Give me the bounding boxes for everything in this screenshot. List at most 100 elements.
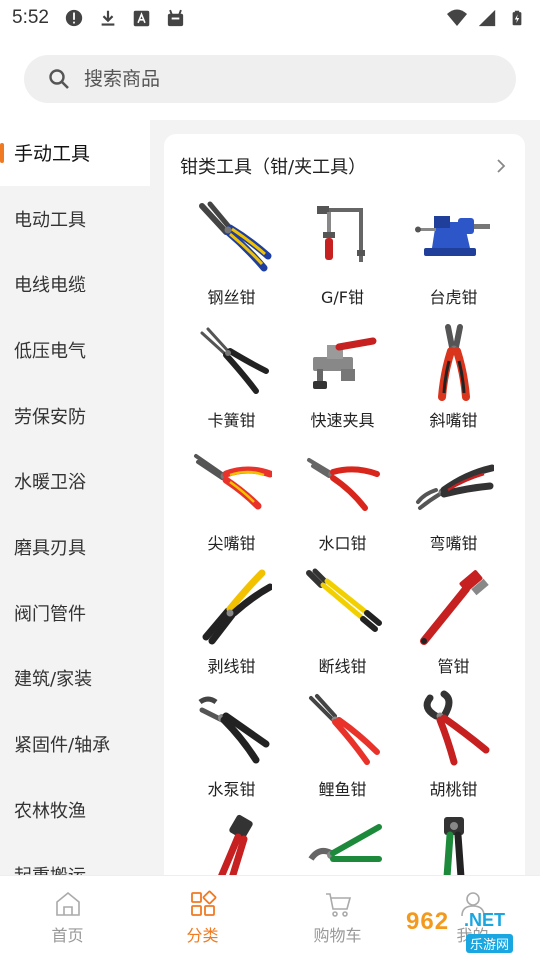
- sidebar-item-power-tools[interactable]: 电动工具: [0, 186, 150, 252]
- sidebar-item-label: 起重搬运: [14, 862, 86, 875]
- battery-icon: [506, 7, 528, 29]
- search-bar[interactable]: [24, 55, 516, 103]
- product-label: 剥线钳: [207, 657, 256, 676]
- sidebar-item-label: 建筑/家装: [14, 669, 93, 691]
- product-item[interactable]: 快速夹具: [287, 321, 398, 434]
- download-icon: [97, 7, 119, 29]
- product-item[interactable]: 水口钳: [287, 444, 398, 557]
- wire-stripper-icon: [202, 569, 272, 645]
- water-pump-pliers-icon: [198, 696, 269, 764]
- product-item[interactable]: 台虎钳: [398, 198, 509, 311]
- product-item[interactable]: G/F钳: [287, 198, 398, 311]
- product-label: 水口钳: [318, 534, 367, 553]
- home-icon: [55, 891, 80, 916]
- product-item[interactable]: 弯嘴钳: [398, 444, 509, 557]
- active-indicator: [0, 143, 4, 163]
- sidebar-item-agriculture[interactable]: 农林牧渔: [0, 777, 150, 843]
- sidebar-item-label: 阀门管件: [14, 603, 86, 625]
- nav-label: 首页: [51, 926, 84, 945]
- nav-cart[interactable]: 购物车: [270, 876, 405, 960]
- sidebar-item-abrasives[interactable]: 磨具刃具: [0, 514, 150, 580]
- product-label: 水泵钳: [207, 780, 256, 799]
- chevron-right-icon: [497, 159, 506, 173]
- sidebar-item-label: 水暖卫浴: [14, 472, 86, 494]
- product-label: G/F钳: [321, 288, 364, 307]
- sidebar-item-label: 紧固件/轴承: [14, 735, 111, 757]
- alert-icon: [63, 7, 85, 29]
- flush-cutter-icon: [306, 458, 380, 511]
- product-grid: 钢丝钳 G/F钳 台虎钳 卡簧钳 快速夹具 斜嘴钳 尖嘴钳 水口钳 弯嘴钳 剥线…: [164, 198, 525, 894]
- watermark-number: 962: [406, 908, 450, 935]
- sidebar-item-label: 劳保安防: [14, 406, 86, 428]
- sidebar-item-safety[interactable]: 劳保安防: [0, 383, 150, 449]
- watermark-domain: .NET: [464, 910, 506, 930]
- sidebar-item-valves[interactable]: 阀门管件: [0, 580, 150, 646]
- combination-pliers-icon: [198, 201, 271, 272]
- product-item[interactable]: 斜嘴钳: [398, 321, 509, 434]
- bolt-cutter-icon: [305, 568, 382, 632]
- nav-category[interactable]: 分类: [135, 876, 270, 960]
- product-label: 弯嘴钳: [429, 534, 478, 553]
- sidebar-item-lifting[interactable]: 起重搬运: [0, 843, 150, 875]
- product-label: 尖嘴钳: [207, 534, 256, 553]
- search-icon: [49, 69, 69, 89]
- pipe-wrench-icon: [419, 570, 489, 645]
- product-label: 钢丝钳: [207, 288, 256, 307]
- product-item[interactable]: 卡簧钳: [176, 321, 287, 434]
- f-clamp-icon: [316, 206, 365, 262]
- watermark-site: 乐游网: [466, 934, 514, 953]
- product-label: 台虎钳: [429, 288, 478, 307]
- product-item[interactable]: 胡桃钳: [398, 690, 509, 803]
- nav-label: 购物车: [313, 926, 362, 945]
- product-label: 卡簧钳: [207, 411, 256, 430]
- toggle-clamp-icon: [312, 337, 376, 389]
- sidebar-item-label: 电动工具: [14, 209, 86, 231]
- product-item[interactable]: 水泵钳: [176, 690, 287, 803]
- subcategory-title: 钳类工具（钳/夹工具）: [180, 157, 367, 178]
- signal-icon: [476, 7, 498, 29]
- wifi-icon: [446, 7, 468, 29]
- product-label: 斜嘴钳: [429, 411, 478, 430]
- sidebar-item-fasteners[interactable]: 紧固件/轴承: [0, 711, 150, 777]
- a-icon: [131, 7, 153, 29]
- subcategory-header[interactable]: 钳类工具（钳/夹工具）: [164, 134, 525, 198]
- category-content: 钳类工具（钳/夹工具） 钢丝钳 G/F钳 台虎钳 卡簧钳 快速夹具 斜嘴钳 尖嘴…: [150, 120, 540, 894]
- sidebar-item-plumbing[interactable]: 水暖卫浴: [0, 448, 150, 514]
- sidebar-item-label: 低压电气: [14, 340, 86, 362]
- product-item[interactable]: 断线钳: [287, 567, 398, 680]
- system-icons: [446, 7, 528, 29]
- bent-nose-pliers-icon: [415, 464, 494, 510]
- notification-icons: [63, 7, 187, 29]
- sidebar-item-label: 电线电缆: [14, 275, 86, 297]
- status-time: 5:52: [12, 7, 49, 28]
- needle-nose-pliers-icon: [193, 454, 272, 510]
- product-label: 鲤鱼钳: [318, 780, 367, 799]
- cart-icon: [325, 893, 351, 917]
- nav-home[interactable]: 首页: [0, 876, 135, 960]
- category-icon: [190, 890, 216, 916]
- sidebar-item-construction[interactable]: 建筑/家装: [0, 646, 150, 712]
- product-label: 管钳: [437, 657, 470, 676]
- android-icon: [165, 7, 187, 29]
- search-input[interactable]: [84, 68, 464, 90]
- product-item[interactable]: 鲤鱼钳: [287, 690, 398, 803]
- slip-joint-pliers-icon: [308, 694, 380, 765]
- diagonal-pliers-icon: [437, 324, 470, 401]
- nav-label: 分类: [186, 926, 219, 945]
- product-item[interactable]: 钢丝钳: [176, 198, 287, 311]
- sidebar-item-wires-cables[interactable]: 电线电缆: [0, 251, 150, 317]
- product-item[interactable]: 剥线钳: [176, 567, 287, 680]
- sidebar-item-hand-tools[interactable]: 手动工具: [0, 120, 150, 186]
- product-item[interactable]: 尖嘴钳: [176, 444, 287, 557]
- product-label: 快速夹具: [310, 411, 375, 430]
- sidebar-item-label: 农林牧渔: [14, 800, 86, 822]
- product-item[interactable]: 管钳: [398, 567, 509, 680]
- category-sidebar: 手动工具 电动工具 电线电缆 低压电气 劳保安防 水暖卫浴 磨具刃具 阀门管件 …: [0, 120, 150, 875]
- subcategory-card: 钳类工具（钳/夹工具） 钢丝钳 G/F钳 台虎钳 卡簧钳 快速夹具 斜嘴钳 尖嘴…: [164, 134, 525, 894]
- end-cutting-pliers-icon: [423, 690, 489, 766]
- product-label: 断线钳: [318, 657, 367, 676]
- sidebar-item-label: 磨具刃具: [14, 537, 86, 559]
- status-bar: 5:52: [0, 0, 540, 36]
- sidebar-item-low-voltage[interactable]: 低压电气: [0, 317, 150, 383]
- site-watermark: 962 .NET 乐游网: [400, 906, 534, 954]
